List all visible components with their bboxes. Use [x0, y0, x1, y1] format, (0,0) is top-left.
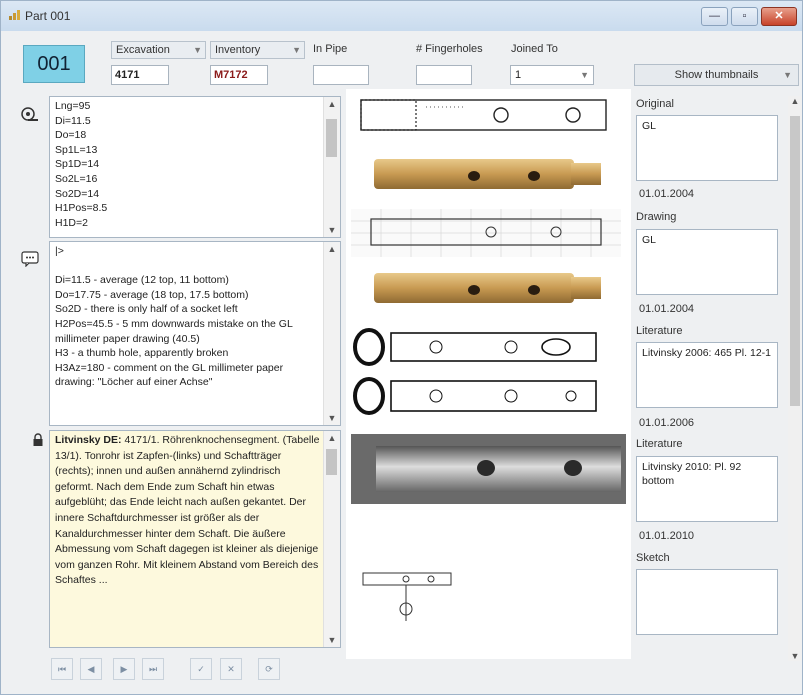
close-button[interactable]: ✕: [761, 7, 797, 26]
scroll-down-icon[interactable]: ▼: [324, 411, 340, 425]
sketch-thumbnail[interactable]: [351, 551, 471, 651]
comments-text: |> Di=11.5 - average (12 top, 11 bottom)…: [55, 245, 293, 389]
joined-to-select[interactable]: 1 ▼: [510, 65, 594, 85]
source-caption-drawing: Drawing: [636, 211, 677, 223]
scroll-up-icon[interactable]: ▲: [324, 242, 340, 256]
joined-to-label: Joined To: [511, 43, 558, 55]
drawing-thumbnail-2[interactable]: [351, 209, 621, 257]
in-pipe-label: In Pipe: [313, 43, 348, 55]
photo-thumbnail-1[interactable]: [356, 151, 616, 197]
source-caption-original: Original: [636, 98, 674, 110]
lock-icon: [32, 433, 44, 450]
literature-note-source: Litvinsky DE:: [55, 434, 122, 446]
fingerholes-label: # Fingerholes: [416, 43, 483, 55]
maximize-button[interactable]: ▫: [731, 7, 758, 26]
measurements-textarea[interactable]: Lng=95 Di=11.5 Do=18 Sp1L=13 Sp1D=14 So2…: [49, 96, 341, 238]
source-field-original[interactable]: GL: [636, 115, 778, 181]
excavation-field[interactable]: 4171: [111, 65, 169, 85]
comment-icon: [21, 251, 39, 270]
literature-note: Litvinsky DE: 4171/1. Röhrenknochensegme…: [55, 433, 320, 589]
drawing-thumbnail-3[interactable]: [351, 321, 621, 426]
source-date-literature-1: 01.01.2006: [639, 417, 695, 429]
comments-textarea[interactable]: |> Di=11.5 - average (12 top, 11 bottom)…: [49, 241, 341, 426]
measurements-text: Lng=95 Di=11.5 Do=18 Sp1L=13 Sp1D=14 So2…: [55, 100, 108, 229]
in-pipe-field[interactable]: [313, 65, 369, 85]
inventory-value: M7172: [214, 69, 248, 81]
part-window: Part 001 — ▫ ✕ 001 Excavation ▼ Inventory…: [0, 0, 803, 695]
source-date-literature-2: 01.01.2010: [639, 530, 695, 542]
photo-thumbnail-2[interactable]: [356, 265, 616, 311]
fingerholes-field[interactable]: [416, 65, 472, 85]
chevron-down-icon: ▼: [783, 70, 792, 80]
source-date-original: 01.01.2004: [639, 188, 695, 200]
inventory-label: Inventory: [215, 44, 261, 56]
source-field-literature-1[interactable]: Litvinsky 2006: 465 Pl. 12-1: [636, 342, 778, 408]
source-caption-literature-2: Literature: [636, 438, 683, 450]
show-thumbnails-label: Show thumbnails: [674, 69, 759, 81]
excavation-label: Excavation: [116, 44, 170, 56]
refresh-button[interactable]: ⟳: [258, 658, 280, 680]
save-button[interactable]: ✓: [190, 658, 212, 680]
title-bar: Part 001 — ▫ ✕: [1, 1, 802, 31]
joined-to-value: 1: [515, 69, 522, 81]
source-date-drawing: 01.01.2004: [639, 303, 695, 315]
tape-measure-icon: [21, 107, 39, 126]
window-title: Part 001: [25, 9, 71, 23]
scroll-thumb[interactable]: [326, 119, 337, 157]
app-icon: [9, 10, 20, 20]
photo-thumbnail-3[interactable]: [351, 434, 626, 504]
inventory-field[interactable]: M7172: [210, 65, 268, 85]
scroll-up-icon[interactable]: ▲: [324, 431, 340, 445]
scroll-down-icon[interactable]: ▼: [788, 651, 802, 661]
scroll-thumb[interactable]: [790, 116, 800, 406]
thumbnails-panel: [346, 89, 631, 659]
last-record-button[interactable]: ⏭: [142, 658, 164, 680]
scroll-up-icon[interactable]: ▲: [788, 96, 802, 106]
literature-note-text: 4171/1. Röhrenknochensegment. (Tabelle 1…: [55, 434, 323, 587]
drawing-thumbnail-1[interactable]: [356, 95, 616, 137]
previous-record-button[interactable]: ◀: [80, 658, 102, 680]
comments-scrollbar[interactable]: ▲ ▼: [323, 242, 340, 425]
measurements-scrollbar[interactable]: ▲ ▼: [323, 97, 340, 237]
part-id-badge: 001: [23, 45, 85, 83]
scroll-down-icon[interactable]: ▼: [324, 223, 340, 237]
source-field-drawing[interactable]: GL: [636, 229, 778, 295]
cancel-button[interactable]: ✕: [220, 658, 242, 680]
source-caption-sketch: Sketch: [636, 552, 670, 564]
chevron-down-icon: ▼: [580, 70, 589, 80]
minimize-button[interactable]: —: [701, 7, 728, 26]
show-thumbnails-button[interactable]: Show thumbnails ▼: [634, 64, 799, 86]
scroll-down-icon[interactable]: ▼: [324, 633, 340, 647]
literature-note-textarea[interactable]: Litvinsky DE: 4171/1. Röhrenknochensegme…: [49, 430, 341, 648]
literature-scrollbar[interactable]: ▲ ▼: [323, 431, 340, 647]
first-record-button[interactable]: ⏮: [51, 658, 73, 680]
excavation-column-header[interactable]: Excavation ▼: [111, 41, 206, 59]
chevron-down-icon: ▼: [193, 45, 202, 55]
chevron-down-icon: ▼: [292, 45, 301, 55]
panel-scrollbar[interactable]: ▲ ▼: [788, 96, 802, 661]
next-record-button[interactable]: ▶: [113, 658, 135, 680]
inventory-column-header[interactable]: Inventory ▼: [210, 41, 305, 59]
scroll-thumb[interactable]: [326, 449, 337, 475]
source-caption-literature-1: Literature: [636, 325, 683, 337]
scroll-up-icon[interactable]: ▲: [324, 97, 340, 111]
source-field-sketch[interactable]: [636, 569, 778, 635]
source-field-literature-2[interactable]: Litvinsky 2010: Pl. 92 bottom: [636, 456, 778, 522]
